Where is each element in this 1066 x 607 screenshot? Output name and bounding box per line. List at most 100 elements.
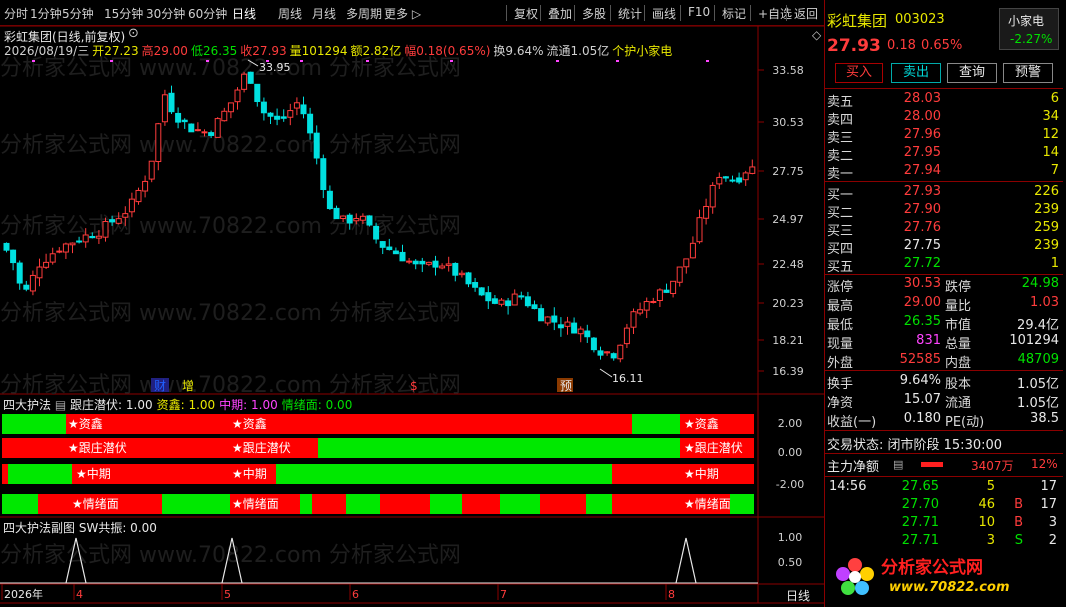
candle-body	[491, 298, 498, 304]
stat-row: 收益(一) 0.180 PE(动) 38.5	[825, 411, 1063, 430]
stat-value: 9.64%	[899, 373, 941, 388]
date-tick-label: 6	[352, 588, 359, 601]
candle-body	[148, 160, 155, 180]
candle-body	[23, 284, 30, 290]
signal-band-segment	[730, 494, 754, 514]
candle-body	[564, 321, 571, 327]
candle-body	[214, 118, 221, 138]
tick-count: 3	[1048, 515, 1057, 530]
indicator2-tick-label: 0.50	[778, 556, 803, 569]
logo-url: www.70822.com	[889, 580, 1010, 595]
stat-label: 最低	[827, 318, 854, 333]
tick-row: 27.71 10 B 3	[825, 515, 1063, 534]
signal-dot	[706, 60, 709, 62]
site-logo: 分析家公式网 www.70822.com	[827, 545, 1063, 605]
candle-body	[392, 250, 399, 255]
query-button[interactable]: 查询	[947, 63, 997, 83]
stat-row: 外盘 52585 内盘 48709	[825, 352, 1063, 371]
signal-dot	[110, 60, 113, 62]
sector-name: 小家电	[1008, 14, 1045, 28]
event-badge[interactable]: $	[410, 379, 418, 393]
price-tick-label: 20.23	[772, 297, 804, 310]
signal-dot	[266, 60, 269, 62]
event-badge[interactable]: 财	[154, 379, 166, 393]
candle-body	[676, 266, 683, 283]
stat-row: 净资 15.07 流通 1.05亿	[825, 392, 1063, 411]
signal-band-segment	[612, 464, 754, 484]
stock-code: 003023	[895, 12, 945, 27]
ask-label: 卖一	[827, 167, 854, 182]
ask-row: 卖三 27.96 12	[825, 127, 1063, 146]
ask-label: 卖三	[827, 131, 854, 146]
candle-body	[643, 301, 650, 311]
candle-body	[175, 112, 182, 123]
ohlc-field: 收27.93	[240, 44, 287, 58]
chevron-down-icon[interactable]: ⊙	[128, 26, 139, 41]
candle-body	[683, 258, 690, 268]
stat-label: 总量	[945, 337, 972, 352]
stat-value: 1.03	[1030, 295, 1059, 310]
tick-row: 27.70 46 B 17	[825, 497, 1063, 516]
buy-button[interactable]: 买入	[835, 63, 883, 83]
tick-time: 14:56	[829, 479, 867, 494]
candle-body	[670, 280, 677, 295]
candle-body	[571, 322, 578, 334]
signal-band-segment	[2, 464, 8, 484]
candle-body	[10, 249, 17, 264]
candle-body	[201, 131, 208, 134]
ask-volume: 6	[1050, 91, 1059, 106]
bid-row: 买一 27.93 226	[825, 184, 1063, 203]
ask-label: 卖五	[827, 95, 854, 110]
band-label: ★中期	[232, 466, 267, 481]
signal-band-segment	[66, 414, 632, 434]
kline-chart-area[interactable]: 33.58 30.53 27.75 24.97 22.48 20.23 18.21 16.39…	[0, 0, 824, 607]
main-flow-bar	[921, 462, 943, 467]
candle-body	[544, 316, 551, 324]
indicator1-name: 四大护法	[3, 398, 52, 412]
list-icon[interactable]: ▤	[893, 458, 903, 471]
price-tick-label: 30.53	[772, 116, 804, 129]
stat-value: 26.35	[903, 314, 941, 329]
event-badge[interactable]: 预	[560, 379, 572, 393]
candle-body	[729, 179, 736, 182]
watermark-text: 分析家公式网 www.70822.com 分析家公式网	[0, 133, 461, 158]
ask-row: 卖四 28.00 34	[825, 109, 1063, 128]
bid-volume: 226	[1034, 184, 1059, 199]
tick-side: B	[1014, 515, 1023, 530]
ohlc-field: 开27.23	[92, 44, 139, 58]
candle-body	[267, 112, 274, 117]
candle-body	[122, 213, 129, 218]
signal-dot	[300, 60, 303, 62]
indicator1-value: 情绪面: 0.00	[281, 398, 353, 412]
signal-dot	[450, 60, 453, 62]
stat-value: 1.05亿	[1017, 396, 1059, 411]
bid-price: 27.72	[903, 256, 941, 271]
event-badge[interactable]: 增	[182, 379, 194, 393]
alert-button[interactable]: 预警	[1003, 63, 1053, 83]
candle-body	[326, 190, 333, 210]
candle-body	[425, 261, 432, 265]
candle-body	[16, 262, 23, 284]
high-marker-label: 33.95	[259, 61, 291, 74]
candle-body	[736, 177, 743, 183]
candle-body	[419, 260, 426, 265]
sector-box[interactable]: 小家电 -2.27%	[999, 8, 1059, 50]
price-change: 0.18	[887, 38, 916, 53]
band-label: ★情绪面	[72, 497, 119, 511]
stat-label: 涨停	[827, 280, 854, 295]
candle-body	[445, 263, 452, 266]
price-tick-label: 22.48	[772, 258, 804, 271]
stock-name: 彩虹集团	[827, 12, 888, 30]
trade-status: 交易状态: 闭市阶段 15:30:00	[827, 438, 1003, 453]
watermark-text: 分析家公式网 www.70822.com 分析家公式网	[0, 214, 461, 239]
stat-label: 流通	[945, 396, 972, 411]
ask-price: 27.96	[903, 127, 941, 142]
indicator1-value: 中期: 1.00	[219, 398, 278, 412]
ask-volume: 7	[1050, 163, 1059, 178]
collapse-icon[interactable]: ◇	[812, 28, 821, 42]
sell-button[interactable]: 卖出	[891, 63, 941, 83]
candle-body	[458, 272, 465, 276]
candle-body	[142, 180, 149, 192]
stat-row: 最低 26.35 市值 29.4亿	[825, 314, 1063, 333]
indicator1-tick-label: 0.00	[778, 446, 803, 459]
